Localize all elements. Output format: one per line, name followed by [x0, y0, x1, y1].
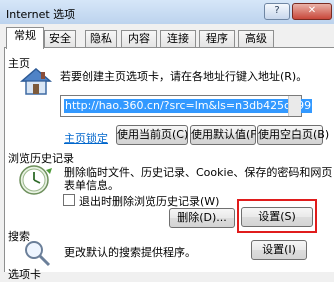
home-lock-link[interactable]: 主页锁定 [64, 130, 108, 146]
tab-security[interactable]: 安全 [44, 30, 76, 48]
tabs-section-title: 选项卡 [8, 268, 41, 281]
house-icon [19, 66, 53, 96]
tab-advanced[interactable]: 高级 [238, 30, 274, 48]
tab-general[interactable]: 常规 [6, 27, 44, 49]
history-description-line2: 表单信息。 [64, 179, 119, 192]
settings-highlight-box [237, 199, 317, 233]
title-bar: Internet 选项 ? ✕ [0, 0, 334, 24]
search-settings-button[interactable]: 设置(I) [251, 240, 307, 260]
history-icon [16, 162, 54, 198]
use-blank-button[interactable]: 使用空白页(B) [257, 125, 329, 145]
url-scrollbar[interactable] [288, 96, 301, 116]
tab-privacy[interactable]: 隐私 [85, 30, 117, 48]
help-button[interactable]: ? [264, 3, 290, 20]
use-current-button[interactable]: 使用当前页(C) [116, 125, 188, 145]
close-icon: ✕ [307, 5, 317, 16]
close-button[interactable]: ✕ [292, 3, 332, 20]
home-url-input[interactable]: http://hao.360.cn/?src=lm&ls=n3db425c399 [60, 95, 313, 117]
delete-on-exit-checkbox[interactable] [63, 194, 75, 206]
home-description: 若要创建主页选项卡，请在各地址行键入地址(R)。 [60, 70, 308, 83]
magnifier-icon [22, 238, 52, 268]
delete-history-button[interactable]: 删除(D)... [169, 208, 235, 228]
help-icon: ? [274, 5, 280, 16]
tab-content[interactable]: 内容 [121, 30, 157, 48]
search-description: 更改默认的搜索提供程序。 [64, 246, 196, 259]
tab-connections[interactable]: 连接 [160, 30, 196, 48]
tab-strip: 常规 安全 隐私 内容 连接 程序 高级 [0, 27, 334, 49]
home-url-text: http://hao.360.cn/?src=lm&ls=n3db425c399 [64, 99, 313, 113]
window-title: Internet 选项 [6, 8, 76, 21]
tab-programs[interactable]: 程序 [199, 30, 235, 48]
delete-on-exit-label[interactable]: 退出时删除浏览历史记录(W) [79, 193, 219, 209]
use-default-button[interactable]: 使用默认值(F) [190, 125, 261, 145]
